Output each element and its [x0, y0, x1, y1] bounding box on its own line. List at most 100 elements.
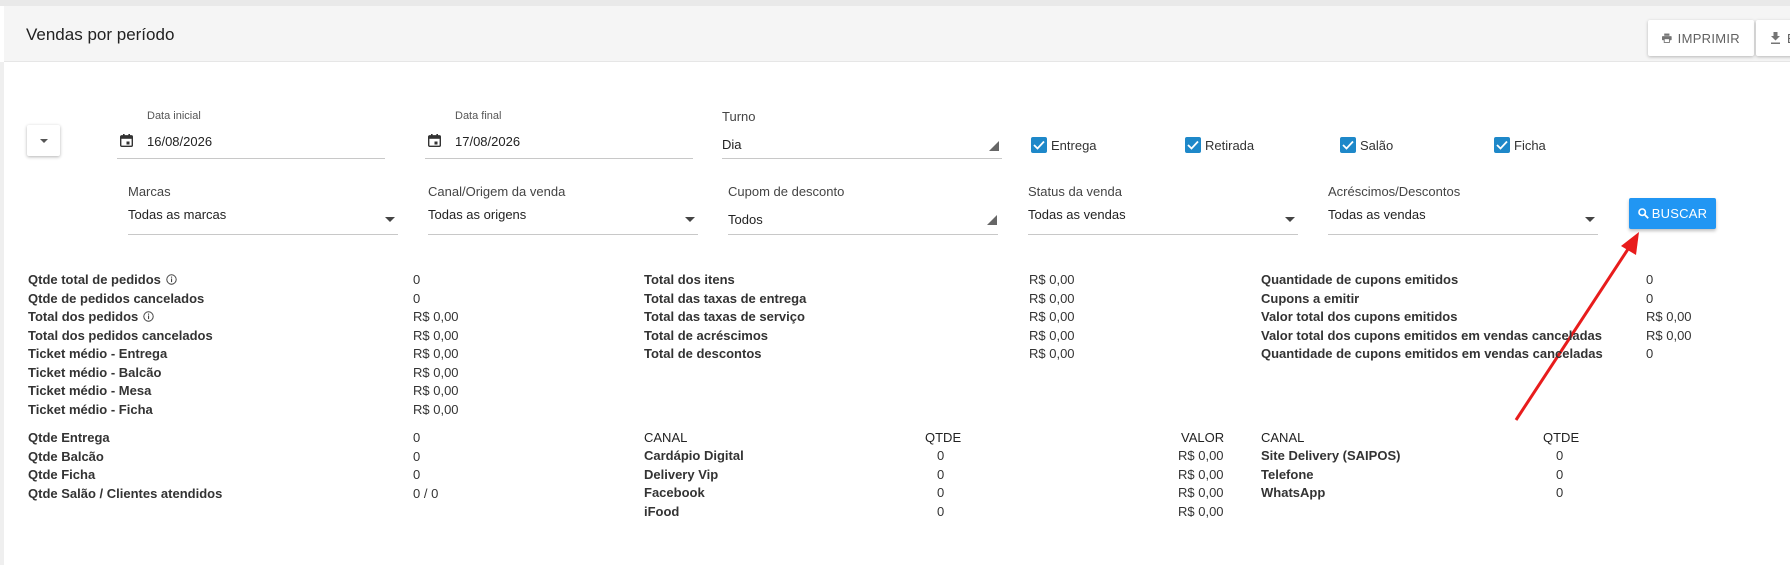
- chevron-down-icon: [685, 217, 695, 222]
- print-button[interactable]: IMPRIMIR: [1648, 20, 1754, 56]
- stat-label: Total das taxas de serviço: [644, 309, 805, 324]
- stat-value: R$ 0,00: [413, 383, 459, 398]
- date-end-field[interactable]: Data final 17/08/2026: [425, 108, 693, 160]
- left-border: [0, 62, 4, 565]
- stat-value: 0 / 0: [413, 485, 439, 501]
- brands-select[interactable]: Marcas Todas as marcas: [128, 184, 398, 236]
- brands-underline: [128, 234, 398, 235]
- filters-toggle-button[interactable]: [27, 125, 60, 156]
- stat-label: Quantidade de cupons emitidos em vendas …: [1261, 346, 1603, 361]
- resize-corner-icon: [987, 215, 997, 225]
- annotation-arrow: [1514, 232, 1639, 421]
- coupon-select[interactable]: Cupom de desconto Todos: [728, 184, 998, 236]
- adjustments-select[interactable]: Acréscimos/Descontos Todas as vendas: [1328, 184, 1598, 236]
- table-cell-qtde: 0: [937, 485, 945, 500]
- stat-label: Valor total dos cupons emitidos em venda…: [1261, 327, 1603, 343]
- date-end-input[interactable]: 17/08/2026: [455, 134, 520, 149]
- stat-label: Qtde Balcão: [28, 448, 104, 464]
- checkbox-entrega[interactable]: Entrega: [1031, 137, 1097, 153]
- resize-corner-icon: [989, 141, 999, 151]
- date-end-underline: [425, 158, 693, 159]
- channel-select[interactable]: Canal/Origem da venda Todas as origens: [428, 184, 698, 236]
- info-icon[interactable]: [166, 274, 177, 285]
- adjustments-value: Todas as vendas: [1328, 207, 1426, 222]
- checkbox-label: Entrega: [1051, 137, 1097, 153]
- chevron-down-icon: [1585, 217, 1595, 222]
- checkbox-salao[interactable]: Salão: [1340, 137, 1393, 153]
- shift-underline: [722, 158, 1002, 159]
- table-cell-valor: R$ 0,00: [1178, 485, 1224, 500]
- date-start-underline: [117, 158, 385, 159]
- checkbox-checked-icon: [1340, 137, 1356, 153]
- date-start-input[interactable]: 16/08/2026: [147, 134, 212, 149]
- stat-label-text: Ticket médio - Mesa: [28, 383, 152, 398]
- stat-label: Qtde Ficha: [28, 467, 96, 482]
- stat-label: Total das taxas de entrega: [644, 290, 807, 306]
- stat-label: Ticket médio - Entrega: [28, 346, 167, 362]
- channel-label: Canal/Origem da venda: [428, 184, 566, 199]
- status-select[interactable]: Status da venda Todas as vendas: [1028, 184, 1298, 236]
- stat-value: 0: [413, 272, 421, 287]
- chevron-down-icon: [385, 217, 395, 222]
- search-icon: [1637, 208, 1649, 219]
- shift-label: Turno: [722, 109, 756, 124]
- table-cell-qtde: 0: [1556, 448, 1564, 463]
- coupon-value: Todos: [728, 212, 763, 227]
- stat-value: R$ 0,00: [413, 346, 459, 361]
- table-cell-canal: Telefone: [1261, 466, 1314, 482]
- checkbox-label: Ficha: [1514, 137, 1546, 153]
- checkbox-label: Salão: [1360, 137, 1394, 153]
- stat-label: Total dos pedidos cancelados: [28, 328, 213, 344]
- stat-value: 0: [413, 290, 421, 306]
- stat-label-text: Ticket médio - Balcão: [28, 364, 162, 380]
- info-icon[interactable]: [143, 311, 154, 322]
- stat-label: Quantidade de cupons emitidos: [1261, 272, 1459, 287]
- stat-value: 0: [1646, 290, 1654, 306]
- table-header-valor: VALOR: [1181, 430, 1225, 445]
- checkbox-checked-icon: [1185, 137, 1201, 153]
- calendar-icon: [428, 134, 441, 147]
- status-label: Status da venda: [1028, 184, 1122, 199]
- table-cell-qtde: 0: [937, 466, 945, 482]
- stat-label-text: Total dos pedidos cancelados: [28, 327, 213, 343]
- checkbox-checked-icon: [1494, 137, 1510, 153]
- stat-value: R$ 0,00: [1646, 327, 1692, 343]
- table-cell-valor: R$ 0,00: [1178, 466, 1224, 482]
- table-cell-canal: Cardápio Digital: [644, 448, 744, 463]
- stat-label: Ticket médio - Mesa: [28, 383, 151, 399]
- page-header: Vendas por período IMPRIMIR E: [4, 6, 1790, 62]
- checkbox-retirada[interactable]: Retirada: [1185, 137, 1254, 153]
- brands-label: Marcas: [128, 184, 171, 199]
- page: Vendas por período IMPRIMIR E Data inici…: [0, 0, 1790, 565]
- stat-value: R$ 0,00: [1029, 309, 1075, 324]
- page-title: Vendas por período: [26, 25, 175, 44]
- export-button[interactable]: E: [1756, 20, 1790, 56]
- stat-value: R$ 0,00: [1029, 327, 1075, 343]
- stat-label: Total de descontos: [644, 346, 762, 361]
- stat-label: Total dos itens: [644, 272, 735, 287]
- table-header-canal: CANAL: [1261, 430, 1305, 445]
- table-cell-canal: Delivery Vip: [644, 466, 719, 482]
- stat-value: R$ 0,00: [413, 401, 459, 417]
- coupon-label: Cupom de desconto: [728, 184, 845, 199]
- table-cell-canal: WhatsApp: [1261, 485, 1326, 500]
- stat-value: 0: [1646, 272, 1654, 287]
- table-header-qtde: QTDE: [1543, 430, 1580, 445]
- table-cell-canal: iFood: [644, 503, 680, 519]
- stat-label: Qtde Entrega: [28, 430, 110, 445]
- adjustments-underline: [1328, 234, 1598, 235]
- stat-value: R$ 0,00: [413, 364, 459, 380]
- print-icon: [1662, 33, 1672, 43]
- checkbox-ficha[interactable]: Ficha: [1494, 137, 1546, 153]
- date-start-field[interactable]: Data inicial 16/08/2026: [117, 108, 385, 160]
- chevron-down-icon: [1285, 217, 1295, 222]
- stat-label: Valor total dos cupons emitidos: [1261, 309, 1458, 324]
- stat-value: R$ 0,00: [1029, 346, 1075, 361]
- table-cell-qtde: 0: [937, 503, 945, 519]
- shift-select[interactable]: Turno Dia: [722, 106, 1002, 160]
- table-cell-canal: Facebook: [644, 485, 705, 500]
- search-button[interactable]: BUSCAR: [1629, 198, 1716, 229]
- checkbox-checked-icon: [1031, 137, 1047, 153]
- table-cell-qtde: 0: [1556, 485, 1564, 500]
- stat-label-text: Qtde de pedidos cancelados: [28, 290, 205, 306]
